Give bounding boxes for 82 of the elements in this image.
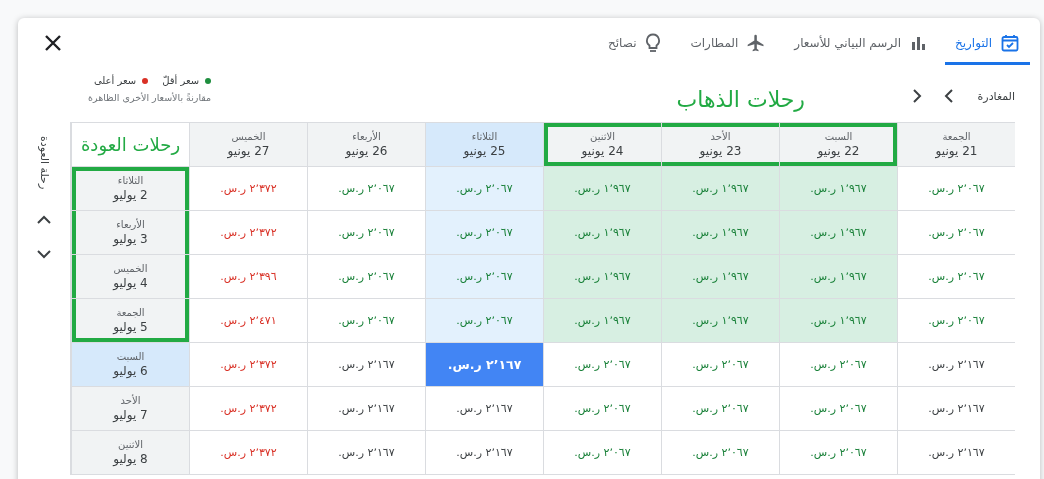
legend-note: مقارنةً بالأسعار الأخرى الظاهرة [88, 92, 212, 103]
legend-label: سعر أعلى [93, 75, 137, 86]
price-cell[interactable]: ١٬٩٦٧ ر.س. [779, 167, 897, 211]
annotation-text: رحلات العودة [80, 134, 181, 155]
price-cell[interactable]: ٢٬٠٦٧ ر.س. [661, 343, 779, 387]
price-cell[interactable]: ٢٬١٦٧ ر.س. [897, 431, 1015, 475]
tab[interactable]: المطارات [680, 18, 777, 65]
price-cell[interactable]: ٢٬٠٦٧ ر.س. [543, 343, 661, 387]
price-cell[interactable]: ٢٬٠٦٧ ر.س. [425, 299, 543, 343]
column-header[interactable]: الجمعة 21 يونيو [897, 123, 1015, 167]
column-header[interactable]: السبت 22 يونيو [779, 123, 897, 167]
row-header[interactable]: الاثنين 8 يوليو [71, 431, 189, 475]
column-header[interactable]: الأربعاء 26 يونيو [307, 123, 425, 167]
price-cell[interactable]: ٢٬٠٦٧ ر.س. [425, 255, 543, 299]
price-cell[interactable]: ٢٬٠٦٧ ر.س. [307, 255, 425, 299]
price-cell[interactable]: ٢٬٠٦٧ ر.س. [897, 299, 1015, 343]
price-cell[interactable]: ٢٬١٦٧ ر.س. [425, 343, 543, 387]
price-cell[interactable]: ٢٬٣٧٢ ر.س. [189, 387, 307, 431]
price-cell[interactable]: ١٬٩٦٧ ر.س. [779, 299, 897, 343]
price-cell[interactable]: ٢٬١٦٧ ر.س. [307, 431, 425, 475]
price-cell[interactable]: ٢٬٠٦٧ ر.س. [661, 431, 779, 475]
calendar-check-icon [1000, 33, 1020, 53]
price-cell[interactable]: ٢٬٠٦٧ ر.س. [897, 255, 1015, 299]
price-cell[interactable]: ١٬٩٦٧ ر.س. [661, 255, 779, 299]
price-cell[interactable]: ٢٬٠٦٧ ر.س. [897, 167, 1015, 211]
price-cell[interactable]: ٢٬٠٦٧ ر.س. [779, 431, 897, 475]
price-cell[interactable]: ٢٬٠٦٧ ر.س. [897, 211, 1015, 255]
price-cell[interactable]: ٢٬٣٩٦ ر.س. [189, 255, 307, 299]
column-header[interactable]: الاثنين 24 يونيو [543, 123, 661, 167]
tab[interactable]: الرسم البياني للأسعار [784, 18, 937, 65]
tab[interactable]: نصائح [598, 18, 673, 65]
price-cell[interactable]: ٢٬١٦٧ ر.س. [307, 387, 425, 431]
row-header[interactable]: الخميس 4 يوليو [71, 255, 189, 299]
chevron-right-icon [911, 89, 922, 103]
price-cell[interactable]: ٢٬٤٧١ ر.س. [189, 299, 307, 343]
price-cell[interactable]: ٢٬٠٦٧ ر.س. [425, 211, 543, 255]
price-cell[interactable]: ٢٬٠٦٧ ر.س. [425, 167, 543, 211]
tab[interactable]: التواريخ [944, 18, 1030, 65]
price-cell[interactable]: ٢٬٣٧٢ ر.س. [189, 211, 307, 255]
airplane-icon [746, 33, 767, 53]
lightbulb-icon [644, 33, 663, 53]
price-cell[interactable]: ١٬٩٦٧ ر.س. [661, 167, 779, 211]
column-header[interactable]: الثلاثاء 25 يونيو [425, 123, 543, 167]
price-cell[interactable]: ١٬٩٦٧ ر.س. [661, 299, 779, 343]
row-header[interactable]: الجمعة 5 يوليو [71, 299, 189, 343]
price-cell[interactable]: ١٬٩٦٧ ر.س. [543, 255, 661, 299]
price-cell[interactable]: ٢٬٠٦٧ ر.س. [307, 299, 425, 343]
price-cell[interactable]: ٢٬٠٦٧ ر.س. [307, 211, 425, 255]
row-header[interactable]: الأربعاء 3 يوليو [71, 211, 189, 255]
price-cell[interactable]: ١٬٩٦٧ ر.س. [779, 211, 897, 255]
price-cell[interactable]: ٢٬٠٦٧ ر.س. [779, 343, 897, 387]
price-cell[interactable]: ١٬٩٦٧ ر.س. [661, 211, 779, 255]
price-cell[interactable]: ٢٬١٦٧ ر.س. [307, 343, 425, 387]
price-cell[interactable]: ٢٬٣٧٢ ر.س. [189, 431, 307, 475]
chevron-down-icon [37, 249, 51, 260]
price-cell[interactable]: ٢٬٠٦٧ ر.س. [543, 387, 661, 431]
price-cell[interactable]: ٢٬١٦٧ ر.س. [897, 343, 1015, 387]
price-cell[interactable]: ١٬٩٦٧ ر.س. [543, 167, 661, 211]
row-header[interactable]: السبت 6 يوليو [71, 343, 189, 387]
price-cell[interactable]: ٢٬٣٧٢ ر.س. [189, 167, 307, 211]
price-cell[interactable]: ٢٬١٦٧ ر.س. [425, 431, 543, 475]
annotation-text: رحلات الذهاب [676, 87, 805, 112]
price-cell[interactable]: ٢٬٠٦٧ ر.س. [661, 387, 779, 431]
departure-label: المغادرة [977, 89, 1015, 103]
close-icon [44, 34, 62, 52]
row-header[interactable]: الأحد 7 يوليو [71, 387, 189, 431]
row-header[interactable]: الثلاثاء 2 يوليو [71, 167, 189, 211]
price-cell[interactable]: ٢٬٣٧٢ ر.س. [189, 343, 307, 387]
column-header[interactable]: الأحد 23 يونيو [661, 123, 779, 167]
legend-label: سعر أقلّ [162, 75, 200, 86]
price-cell[interactable]: ١٬٩٦٧ ر.س. [543, 211, 661, 255]
price-cell[interactable]: ٢٬٠٦٧ ر.س. [543, 431, 661, 475]
chevron-left-icon [943, 89, 954, 103]
return-axis-label: رحلة العودة [37, 136, 51, 190]
price-cell[interactable]: ٢٬١٦٧ ر.س. [425, 387, 543, 431]
price-cell[interactable]: ٢٬٠٦٧ ر.س. [307, 167, 425, 211]
price-cell[interactable]: ٢٬١٦٧ ر.س. [897, 387, 1015, 431]
price-cell[interactable]: ١٬٩٦٧ ر.س. [543, 299, 661, 343]
chevron-up-icon [37, 215, 51, 226]
price-cell[interactable]: ٢٬٠٦٧ ر.س. [779, 387, 897, 431]
column-header[interactable]: الخميس 27 يونيو [189, 123, 307, 167]
price-cell[interactable]: ١٬٩٦٧ ر.س. [779, 255, 897, 299]
